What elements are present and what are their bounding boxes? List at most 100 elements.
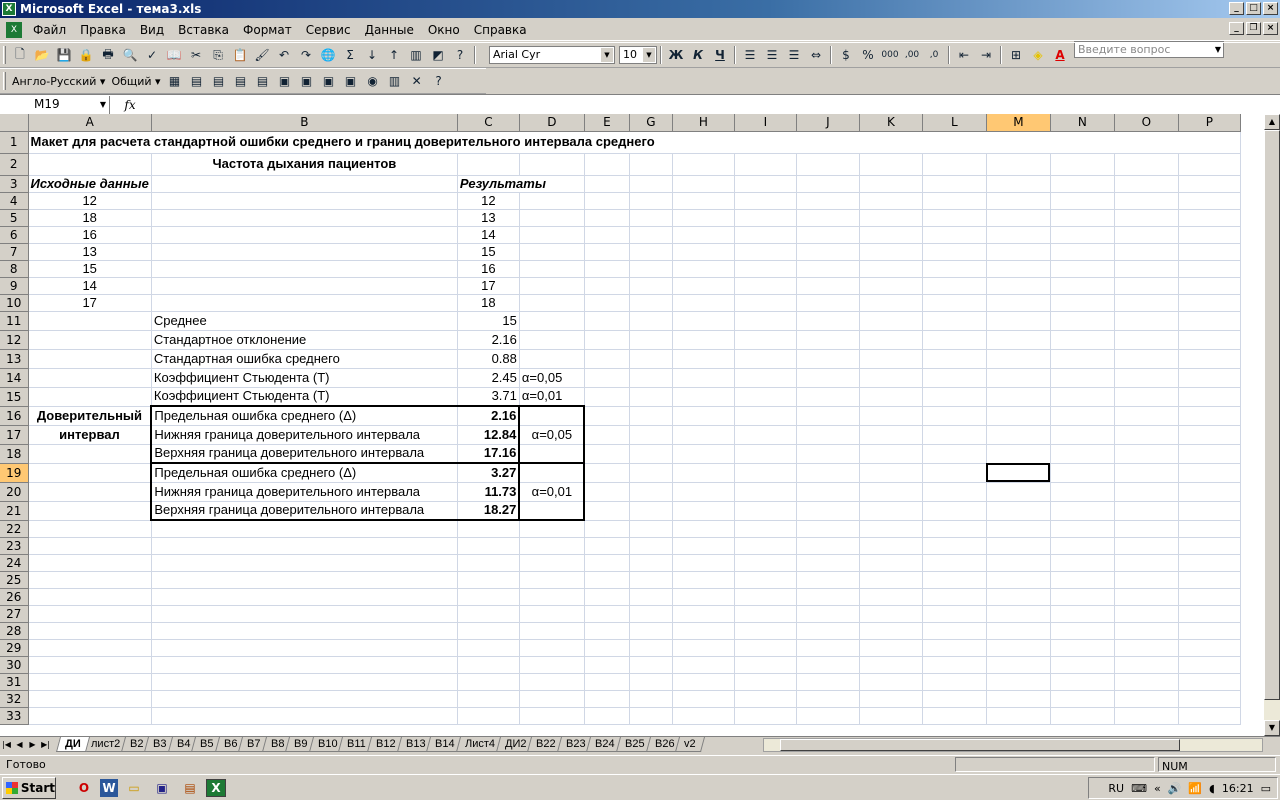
- cell[interactable]: [28, 482, 152, 502]
- cell[interactable]: [1178, 368, 1241, 388]
- cell[interactable]: [796, 260, 860, 278]
- align-right-icon[interactable]: ☰: [783, 44, 805, 66]
- cell[interactable]: [584, 444, 630, 464]
- delete-icon[interactable]: ✕: [406, 70, 428, 92]
- cell[interactable]: Частота дыхания пациентов: [151, 153, 458, 176]
- cell[interactable]: [519, 656, 585, 674]
- cell[interactable]: [1050, 387, 1115, 407]
- cell[interactable]: [986, 690, 1051, 708]
- cell[interactable]: [584, 425, 630, 445]
- cell[interactable]: [986, 537, 1051, 555]
- cell[interactable]: [28, 656, 152, 674]
- cell[interactable]: [734, 406, 797, 426]
- cell[interactable]: [672, 520, 735, 538]
- menu-help[interactable]: Справка: [467, 20, 534, 40]
- cell[interactable]: [986, 639, 1051, 657]
- cell[interactable]: [734, 588, 797, 606]
- row-header[interactable]: 2: [0, 153, 29, 176]
- cell[interactable]: [672, 209, 735, 227]
- cell[interactable]: [519, 277, 585, 295]
- cell[interactable]: [796, 656, 860, 674]
- cell[interactable]: [1114, 260, 1179, 278]
- cell[interactable]: [672, 482, 735, 502]
- cell[interactable]: [584, 349, 630, 369]
- column-header-i[interactable]: I: [734, 114, 797, 132]
- cell[interactable]: [1050, 349, 1115, 369]
- cell[interactable]: [859, 605, 923, 623]
- cell[interactable]: [734, 707, 797, 725]
- horizontal-scrollbar[interactable]: [763, 738, 1263, 752]
- cell[interactable]: [922, 501, 987, 521]
- cell[interactable]: [734, 330, 797, 350]
- cell[interactable]: [151, 656, 458, 674]
- row-header[interactable]: 17: [0, 425, 29, 445]
- cell[interactable]: [672, 605, 735, 623]
- format-painter-icon[interactable]: 🖌: [251, 44, 273, 66]
- cell[interactable]: [519, 226, 585, 244]
- cell[interactable]: [922, 707, 987, 725]
- cell[interactable]: [986, 192, 1051, 210]
- chart-wizard-icon[interactable]: ▥: [405, 44, 427, 66]
- cell[interactable]: [922, 330, 987, 350]
- cell[interactable]: [1050, 260, 1115, 278]
- row-header[interactable]: 4: [0, 192, 29, 210]
- cell[interactable]: [922, 622, 987, 640]
- row-header[interactable]: 23: [0, 537, 29, 555]
- cell[interactable]: [986, 153, 1051, 176]
- cell[interactable]: [672, 537, 735, 555]
- cell[interactable]: Доверительный: [28, 406, 152, 426]
- cell[interactable]: [151, 520, 458, 538]
- prev-sheet-icon[interactable]: ◀: [13, 737, 26, 753]
- menu-file[interactable]: Файл: [26, 20, 73, 40]
- cell[interactable]: [1178, 554, 1241, 572]
- decrease-indent-icon[interactable]: ⇤: [953, 44, 975, 66]
- cell[interactable]: [584, 588, 630, 606]
- cell[interactable]: [1050, 588, 1115, 606]
- cell[interactable]: [629, 277, 673, 295]
- toolbar-grip[interactable]: [3, 46, 6, 64]
- cell[interactable]: [672, 463, 735, 483]
- clock[interactable]: 16:21: [1222, 782, 1254, 795]
- cell[interactable]: [796, 349, 860, 369]
- cell[interactable]: [584, 690, 630, 708]
- cell[interactable]: [28, 444, 152, 464]
- translator-help-icon[interactable]: ?: [428, 70, 450, 92]
- cell[interactable]: [1050, 605, 1115, 623]
- increase-indent-icon[interactable]: ⇥: [975, 44, 997, 66]
- workbook-icon[interactable]: X: [6, 21, 22, 38]
- language-indicator[interactable]: RU: [1108, 782, 1124, 795]
- cell[interactable]: [859, 368, 923, 388]
- fill-color-icon[interactable]: ◈: [1027, 44, 1049, 66]
- cell[interactable]: [151, 260, 458, 278]
- cell[interactable]: [519, 520, 585, 538]
- cell[interactable]: [519, 537, 585, 555]
- cell[interactable]: Верхняя граница доверительного интервала: [150, 501, 458, 521]
- cell[interactable]: [1114, 226, 1179, 244]
- cell[interactable]: [457, 639, 520, 657]
- cell[interactable]: [1050, 639, 1115, 657]
- cell[interactable]: [584, 707, 630, 725]
- cell[interactable]: 15: [457, 243, 520, 261]
- cell[interactable]: [1114, 622, 1179, 640]
- cell[interactable]: Верхняя граница доверительного интервала: [150, 444, 458, 464]
- cell[interactable]: [629, 192, 673, 210]
- cell[interactable]: [1114, 571, 1179, 589]
- cell[interactable]: [1114, 175, 1179, 193]
- cell[interactable]: [986, 482, 1051, 502]
- cell[interactable]: [859, 209, 923, 227]
- row-header[interactable]: 14: [0, 368, 29, 388]
- cell[interactable]: [859, 153, 923, 176]
- cell[interactable]: [457, 588, 520, 606]
- cell[interactable]: [796, 153, 860, 176]
- cell[interactable]: [1114, 277, 1179, 295]
- cell[interactable]: [672, 707, 735, 725]
- cell[interactable]: [584, 387, 630, 407]
- cell[interactable]: [1178, 349, 1241, 369]
- row-header[interactable]: 22: [0, 520, 29, 538]
- column-header-c[interactable]: C: [457, 114, 520, 132]
- research-icon[interactable]: 📖: [163, 44, 185, 66]
- cell[interactable]: [859, 707, 923, 725]
- cell[interactable]: [1114, 425, 1179, 445]
- cell[interactable]: [986, 349, 1051, 369]
- cell[interactable]: [1114, 520, 1179, 538]
